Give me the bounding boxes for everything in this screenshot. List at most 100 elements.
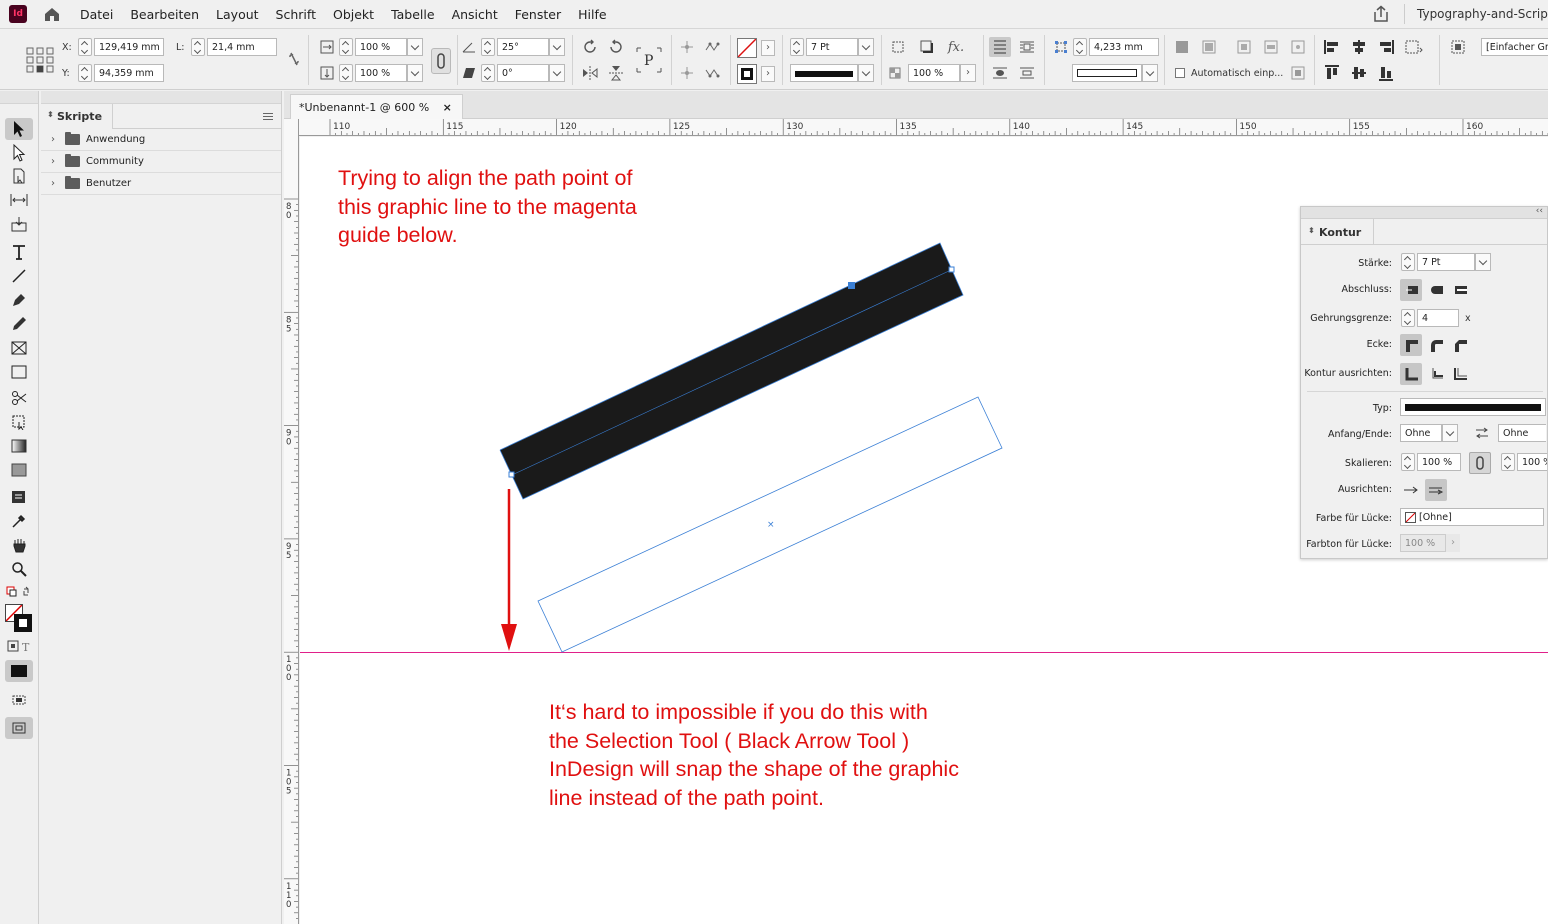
staerke-stepper[interactable] — [1401, 253, 1415, 271]
page-tool-icon[interactable] — [5, 165, 33, 187]
document-tab[interactable]: *Unbenannt-1 @ 600 % × — [290, 94, 463, 119]
typ-field[interactable] — [1400, 398, 1546, 416]
scale-y-stepper[interactable] — [339, 64, 353, 82]
stroke-weight-dropdown[interactable] — [858, 38, 874, 56]
fit-proportionally-icon[interactable] — [1262, 38, 1280, 56]
reference-point-icon[interactable] — [26, 47, 54, 73]
stroke-preview-dropdown[interactable] — [1142, 64, 1158, 82]
stroke-weight-stepper[interactable] — [790, 38, 804, 56]
shear-dropdown[interactable] — [549, 64, 565, 82]
fit-content-icon[interactable] — [1173, 38, 1191, 56]
dimension-field[interactable]: 4,233 mm — [1089, 38, 1159, 56]
link-scale-icon[interactable] — [1469, 452, 1491, 474]
rectangle-frame-tool-icon[interactable] — [5, 337, 33, 359]
align-center-h-icon[interactable] — [1350, 38, 1368, 56]
object-style-field[interactable]: [Einfacher Grafikrahmen] — [1481, 38, 1548, 56]
align-left-icon[interactable] — [1323, 38, 1341, 56]
luecke-farbe-field[interactable]: [Ohne] — [1400, 508, 1544, 526]
text-wrap-none-icon[interactable] — [989, 37, 1011, 57]
free-transform-tool-icon[interactable] — [5, 411, 33, 433]
align-bottom-icon[interactable] — [1377, 64, 1395, 82]
object-style-icon[interactable] — [1449, 38, 1467, 56]
rectangle-tool-icon[interactable] — [5, 361, 33, 383]
anfang-dropdown[interactable] — [1442, 424, 1458, 442]
drop-shadow-off-icon[interactable] — [889, 38, 907, 56]
drop-shadow-icon[interactable] — [918, 38, 936, 56]
path-point-handle[interactable] — [948, 266, 955, 273]
arrow-align-extend-icon[interactable] — [1400, 479, 1422, 501]
menu-hilfe[interactable]: Hilfe — [578, 7, 606, 22]
align-to-selection-icon[interactable] — [1405, 38, 1423, 56]
list-item[interactable]: › Anwendung — [41, 129, 281, 151]
tools-collapse-bar[interactable] — [0, 91, 38, 104]
rotation-field[interactable]: 25° — [497, 38, 549, 56]
rotate-ccw-icon[interactable] — [607, 38, 625, 56]
stroke-type-field[interactable] — [790, 64, 858, 82]
luecke-ton-field[interactable]: 100 % — [1400, 534, 1446, 552]
arrow-align-inside-icon[interactable] — [1425, 479, 1447, 501]
y-stepper[interactable] — [78, 64, 92, 82]
y-field[interactable]: 94,359 mm — [94, 64, 164, 82]
panel-collapse-bar[interactable]: ‹‹ — [1301, 206, 1547, 219]
cap-butt-icon[interactable] — [1400, 279, 1422, 301]
dimension-stepper[interactable] — [1073, 38, 1087, 56]
menu-tabelle[interactable]: Tabelle — [391, 7, 435, 22]
join-bevel-icon[interactable] — [1449, 334, 1471, 356]
eyedropper-tool-icon[interactable] — [5, 510, 33, 532]
zoom-tool-icon[interactable] — [5, 558, 33, 580]
type-tool-icon[interactable] — [5, 241, 33, 263]
menu-datei[interactable]: Datei — [80, 7, 113, 22]
scissors-tool-icon[interactable] — [5, 387, 33, 409]
stroke-type-dropdown[interactable] — [858, 64, 874, 82]
shear-stepper[interactable] — [481, 64, 495, 82]
align-center-v-icon[interactable] — [1350, 64, 1368, 82]
gehrung-field[interactable]: 4 — [1417, 309, 1459, 327]
align-stroke-outside-icon[interactable] — [1449, 363, 1471, 385]
formatting-affects-icon[interactable]: T — [5, 637, 33, 655]
select-next-icon[interactable] — [704, 64, 722, 82]
menu-objekt[interactable]: Objekt — [333, 7, 374, 22]
selection-tool-icon[interactable] — [5, 118, 33, 140]
menu-ansicht[interactable]: Ansicht — [452, 7, 498, 22]
align-stroke-center-icon[interactable] — [1400, 363, 1422, 385]
cap-square-icon[interactable] — [1449, 279, 1471, 301]
gradient-feather-tool-icon[interactable] — [5, 459, 33, 481]
share-icon[interactable] — [1371, 5, 1391, 23]
scale-y-field[interactable]: 100 % — [355, 64, 407, 82]
note-tool-icon[interactable] — [5, 486, 33, 508]
gehrung-stepper[interactable] — [1401, 309, 1415, 327]
collapse-icon[interactable]: ‹‹ — [1536, 206, 1543, 216]
stroke-swatch-menu-icon[interactable]: › — [761, 66, 775, 82]
panel-menu-icon[interactable] — [263, 113, 273, 120]
cap-round-icon[interactable] — [1425, 279, 1447, 301]
default-colors-icon[interactable] — [5, 583, 33, 601]
skalieren-2-field[interactable]: 100 % — [1517, 453, 1547, 471]
scale-x-field[interactable]: 100 % — [355, 38, 407, 56]
scale-x-stepper[interactable] — [339, 38, 353, 56]
list-item[interactable]: › Community — [41, 151, 281, 173]
effects-icon[interactable]: fx. — [947, 38, 965, 56]
gap-tool-icon[interactable] — [5, 189, 33, 211]
close-icon[interactable]: × — [443, 101, 452, 114]
pen-tool-icon[interactable] — [5, 289, 33, 311]
apply-color-icon[interactable] — [5, 660, 33, 682]
menu-fenster[interactable]: Fenster — [515, 7, 561, 22]
menu-bearbeiten[interactable]: Bearbeiten — [130, 7, 199, 22]
fill-swatch-menu-icon[interactable]: › — [761, 40, 775, 56]
vertical-ruler[interactable]: 80859095100105110 — [284, 119, 299, 924]
scale-x-dropdown[interactable] — [407, 38, 423, 56]
content-aware-fit-icon[interactable] — [1289, 64, 1307, 82]
opacity-field[interactable]: 100 % — [908, 64, 960, 82]
link-scale-icon[interactable] — [431, 48, 451, 74]
tab-kontur[interactable]: ⬍ Kontur — [1301, 219, 1375, 245]
select-content-icon[interactable] — [678, 64, 696, 82]
stroke-preview-field[interactable] — [1072, 64, 1142, 82]
text-wrap-box-icon[interactable] — [1018, 38, 1036, 56]
fit-frame-icon[interactable] — [1200, 38, 1218, 56]
stroke-weight-field[interactable]: 7 Pt — [806, 38, 858, 56]
view-mode-icon[interactable] — [5, 717, 33, 739]
staerke-field[interactable]: 7 Pt — [1417, 253, 1475, 271]
flip-horizontal-icon[interactable] — [581, 64, 599, 82]
shear-field[interactable]: 0° — [497, 64, 549, 82]
pencil-tool-icon[interactable] — [5, 313, 33, 335]
